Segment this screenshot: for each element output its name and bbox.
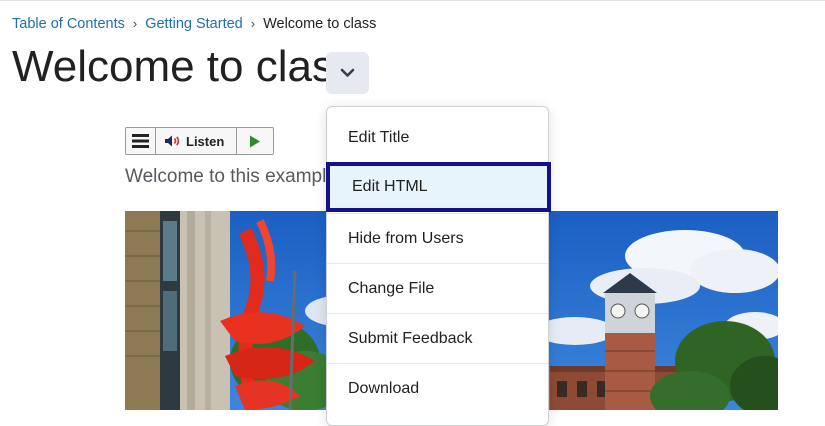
menu-item-edit-title[interactable]: Edit Title (327, 113, 548, 163)
listen-label: Listen (186, 133, 225, 149)
readspeaker-listen-button[interactable]: Listen (156, 128, 237, 154)
menu-item-change-file[interactable]: Change File (327, 263, 548, 313)
breadcrumb-getting-started[interactable]: Getting Started (145, 16, 243, 32)
menu-item-download[interactable]: Download (327, 363, 548, 413)
breadcrumb-separator: › (250, 16, 256, 31)
readspeaker-toolbar: Listen (125, 127, 274, 155)
hamburger-menu-icon (132, 134, 149, 148)
top-divider (0, 0, 825, 1)
readspeaker-menu-button[interactable] (126, 128, 156, 154)
speaker-icon (165, 135, 180, 147)
menu-item-edit-html[interactable]: Edit HTML (326, 162, 551, 212)
breadcrumb: Table of Contents › Getting Started › Welcom… (12, 15, 376, 33)
play-icon (250, 135, 260, 148)
title-actions-menu-button[interactable] (326, 52, 369, 94)
readspeaker-play-button[interactable] (237, 128, 273, 154)
menu-item-hide-from-users[interactable]: Hide from Users (327, 213, 548, 263)
menu-item-submit-feedback[interactable]: Submit Feedback (327, 313, 548, 363)
intro-text: Welcome to this exampl (125, 166, 327, 187)
chevron-down-icon (340, 68, 355, 77)
title-actions-dropdown: Edit Title Edit HTML Hide from Users Cha… (326, 106, 551, 426)
breadcrumb-table-of-contents[interactable]: Table of Contents (12, 16, 125, 32)
breadcrumb-separator: › (132, 16, 138, 31)
page-title: Welcome to class (12, 42, 356, 91)
breadcrumb-current: Welcome to class (263, 16, 377, 32)
